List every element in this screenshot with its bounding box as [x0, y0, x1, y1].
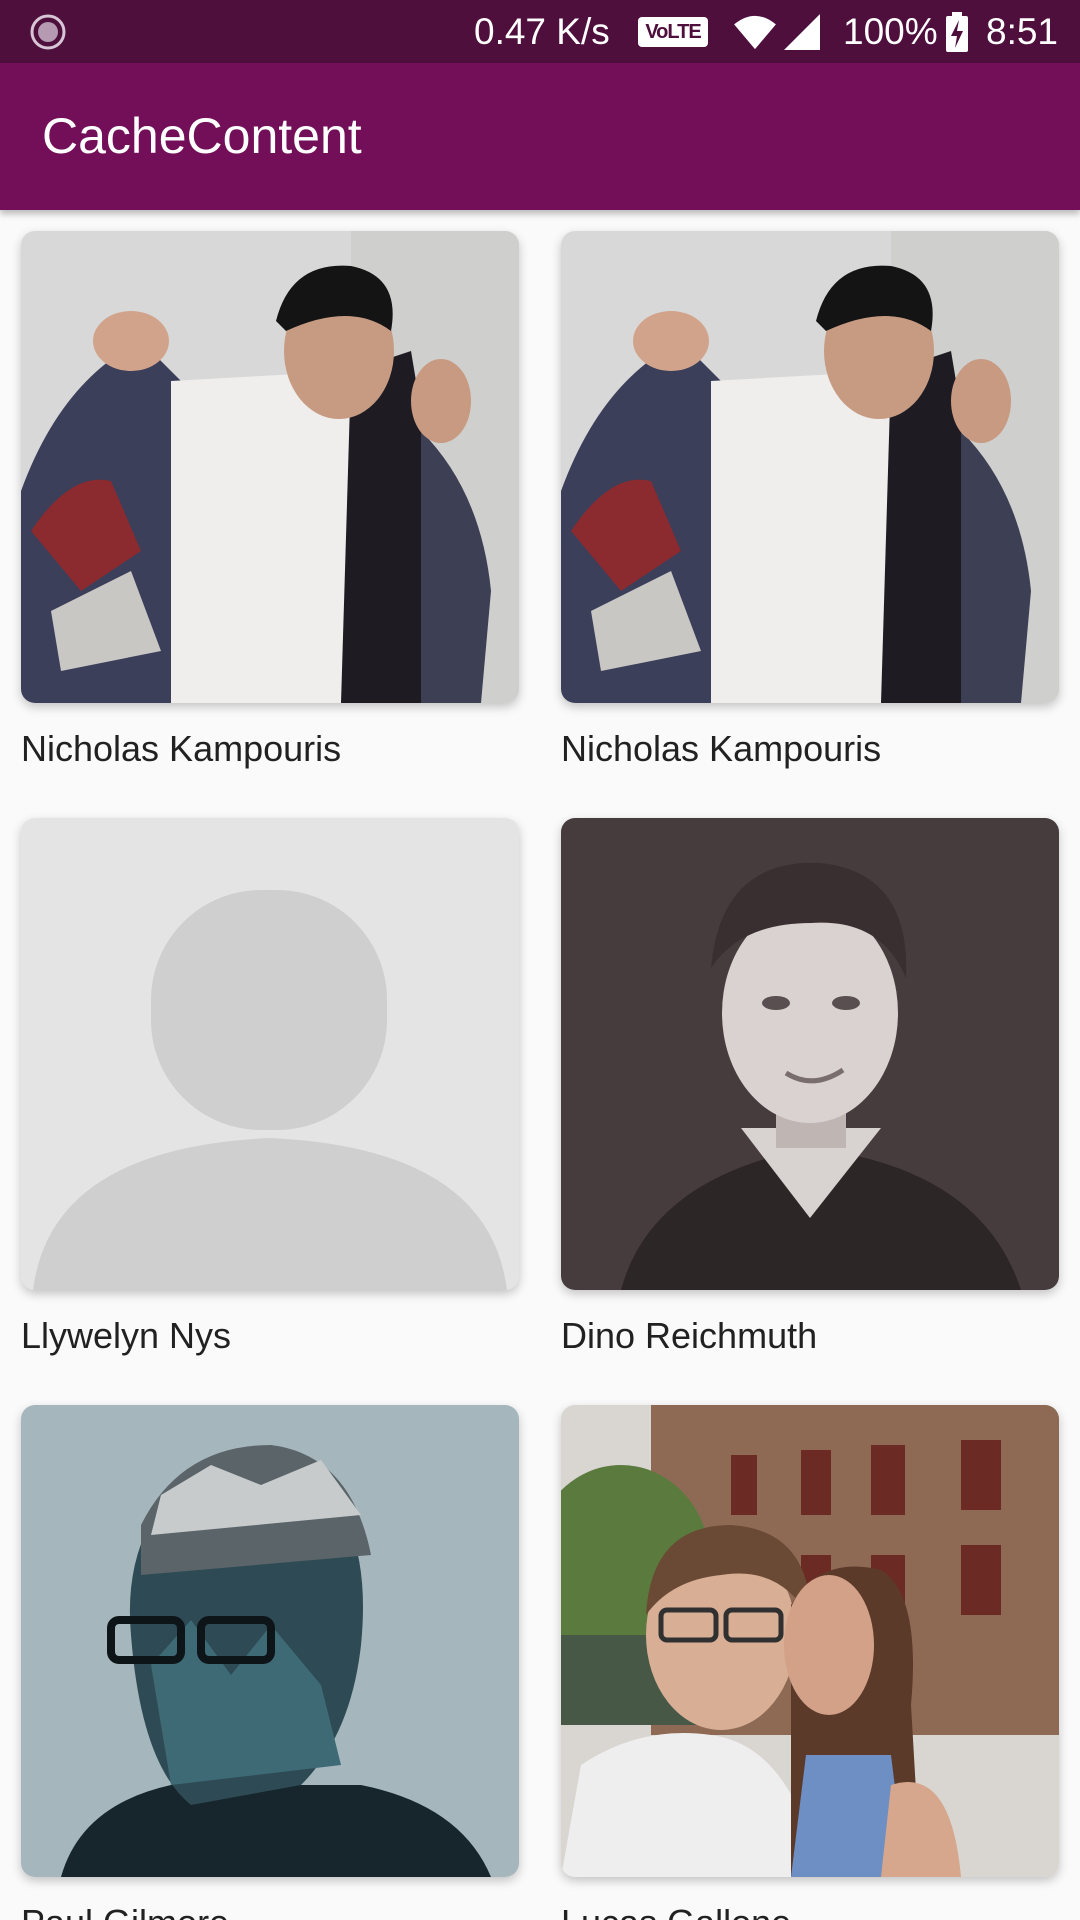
profile-name: Nicholas Kampouris — [561, 728, 882, 769]
profile-photo-dino[interactable] — [561, 818, 1059, 1290]
profile-card[interactable]: Dino Reichmuth — [561, 818, 1059, 1357]
profile-card[interactable]: Nicholas Kampouris — [21, 231, 519, 770]
profile-grid: Nicholas Kampouris Nicholas Kampouris Ll… — [0, 210, 1080, 1920]
signal-icon — [782, 0, 822, 63]
profile-photo-nicholas[interactable] — [21, 231, 519, 703]
profile-photo-nicholas[interactable] — [561, 231, 1059, 703]
profile-card[interactable]: Nicholas Kampouris — [561, 231, 1059, 770]
battery-percent: 100% — [843, 10, 938, 52]
profile-name: Llywelyn Nys — [21, 1315, 232, 1356]
profile-photo-paul[interactable] — [21, 1405, 519, 1877]
wifi-icon — [732, 0, 778, 63]
network-speed: 0.47 K/s — [474, 10, 610, 52]
profile-photo-lucas[interactable] — [561, 1405, 1059, 1877]
profile-card[interactable]: Paul Gilmore — [21, 1405, 519, 1920]
profile-name: Nicholas Kampouris — [21, 728, 342, 769]
battery-charging-icon — [946, 0, 968, 63]
profile-name: Dino Reichmuth — [561, 1315, 818, 1356]
profile-card[interactable]: Llywelyn Nys — [21, 818, 519, 1357]
profile-name: Lucas Gallone — [561, 1902, 1059, 1920]
notification-spinner-icon — [30, 14, 66, 50]
app-bar: CacheContent — [0, 63, 1080, 210]
clock: 8:51 — [986, 10, 1059, 52]
profile-name: Paul Gilmore — [21, 1902, 519, 1920]
profile-card[interactable]: Lucas Gallone — [561, 1405, 1059, 1920]
volte-icon: VoLTE — [638, 17, 708, 47]
placeholder-avatar-icon[interactable] — [21, 818, 519, 1290]
app-title: CacheContent — [42, 108, 362, 164]
status-bar: 0.47 K/s VoLTE 100% 8:51 — [0, 0, 1080, 63]
